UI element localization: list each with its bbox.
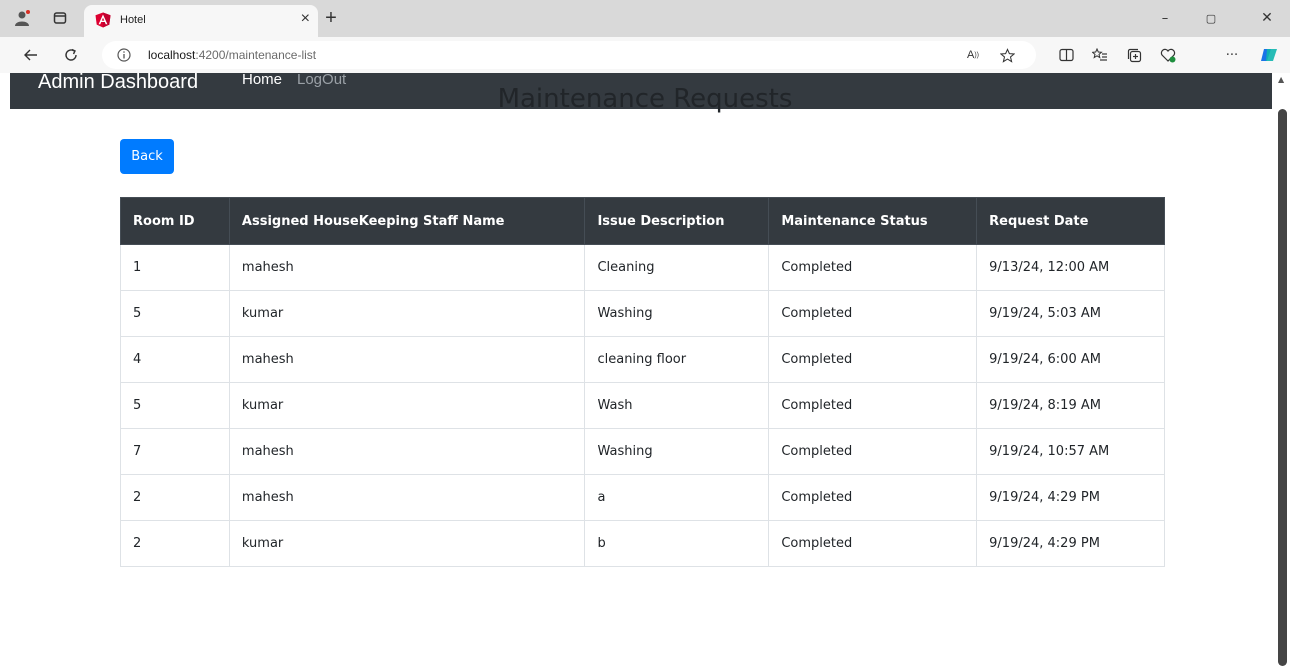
cell-maintenance-status: Completed	[768, 244, 978, 291]
page-title: Maintenance Requests	[497, 84, 793, 114]
table-row: 1 mahesh Cleaning Completed 9/13/24, 12:…	[120, 244, 1165, 291]
back-arrow-icon[interactable]	[20, 45, 42, 65]
header-staff-name: Assigned HouseKeeping Staff Name	[228, 197, 586, 245]
table-row: 2 mahesh a Completed 9/19/24, 4:29 PM	[120, 474, 1165, 521]
cell-issue-description: Wash	[584, 382, 770, 429]
back-button[interactable]: Back	[120, 139, 174, 174]
table-header-row: Room ID Assigned HouseKeeping Staff Name…	[120, 197, 1165, 245]
cell-issue-description: Cleaning	[584, 244, 770, 291]
cell-maintenance-status: Completed	[768, 290, 978, 337]
cell-issue-description: Washing	[584, 428, 770, 475]
tab-close-icon[interactable]: ×	[301, 10, 310, 28]
table-row: 4 mahesh cleaning floor Completed 9/19/2…	[120, 336, 1165, 383]
header-maintenance-status: Maintenance Status	[768, 197, 978, 245]
more-options-icon[interactable]: ···	[1222, 46, 1242, 64]
scroll-up-arrow-icon[interactable]: ▲	[1278, 75, 1284, 84]
cell-room-id: 7	[120, 428, 230, 475]
cell-issue-description: Washing	[584, 290, 770, 337]
maintenance-requests-table: Room ID Assigned HouseKeeping Staff Name…	[120, 197, 1165, 567]
cell-issue-description: cleaning floor	[584, 336, 770, 383]
cell-room-id: 2	[120, 520, 230, 567]
cell-issue-description: b	[584, 520, 770, 567]
cell-request-date: 9/19/24, 4:29 PM	[976, 520, 1165, 567]
cell-room-id: 5	[120, 382, 230, 429]
cell-staff-name: mahesh	[228, 244, 586, 291]
restore-icon[interactable]: ▢	[1196, 8, 1226, 28]
close-window-icon[interactable]: ✕	[1252, 8, 1282, 28]
cell-staff-name: mahesh	[228, 474, 586, 521]
url-path: :4200/maintenance-list	[195, 48, 317, 62]
copilot-icon[interactable]	[1258, 44, 1280, 66]
cell-room-id: 1	[120, 244, 230, 291]
cell-request-date: 9/13/24, 12:00 AM	[976, 244, 1165, 291]
cell-request-date: 9/19/24, 10:57 AM	[976, 428, 1165, 475]
table-row: 2 kumar b Completed 9/19/24, 4:29 PM	[120, 520, 1165, 567]
cell-issue-description: a	[584, 474, 770, 521]
cell-room-id: 2	[120, 474, 230, 521]
cell-request-date: 9/19/24, 5:03 AM	[976, 290, 1165, 337]
tab-title: Hotel	[120, 14, 146, 26]
cell-staff-name: kumar	[228, 290, 586, 337]
header-request-date: Request Date	[976, 197, 1165, 245]
url-text: localhost:4200/maintenance-list	[148, 48, 316, 62]
table-row: 5 kumar Washing Completed 9/19/24, 5:03 …	[120, 290, 1165, 337]
browser-essentials-icon[interactable]	[1158, 46, 1178, 64]
split-screen-icon[interactable]	[1056, 46, 1076, 64]
browser-tab-hotel[interactable]: Hotel ×	[84, 5, 318, 37]
cell-staff-name: mahesh	[228, 428, 586, 475]
cell-staff-name: kumar	[228, 382, 586, 429]
refresh-icon[interactable]	[60, 45, 82, 65]
favorites-list-icon[interactable]	[1090, 46, 1110, 64]
read-aloud-icon[interactable]: A))	[964, 47, 982, 63]
profile-icon[interactable]	[12, 8, 32, 28]
cell-maintenance-status: Completed	[768, 520, 978, 567]
site-info-icon[interactable]	[116, 47, 132, 63]
cell-request-date: 9/19/24, 8:19 AM	[976, 382, 1165, 429]
table-row: 7 mahesh Washing Completed 9/19/24, 10:5…	[120, 428, 1165, 475]
cell-room-id: 4	[120, 336, 230, 383]
cell-request-date: 9/19/24, 6:00 AM	[976, 336, 1165, 383]
url-field[interactable]: localhost:4200/maintenance-list A))	[102, 41, 1036, 69]
favorite-star-icon[interactable]	[998, 46, 1016, 64]
cell-room-id: 5	[120, 290, 230, 337]
cell-maintenance-status: Completed	[768, 428, 978, 475]
cell-maintenance-status: Completed	[768, 382, 978, 429]
cell-staff-name: kumar	[228, 520, 586, 567]
address-bar-row: localhost:4200/maintenance-list A)) ···	[0, 37, 1290, 73]
new-tab-icon[interactable]: +	[318, 5, 344, 31]
cell-maintenance-status: Completed	[768, 474, 978, 521]
header-room-id: Room ID	[120, 197, 230, 245]
cell-request-date: 9/19/24, 4:29 PM	[976, 474, 1165, 521]
table-row: 5 kumar Wash Completed 9/19/24, 8:19 AM	[120, 382, 1165, 429]
angular-favicon-icon	[94, 11, 112, 29]
minimize-icon[interactable]: –	[1150, 8, 1180, 28]
collections-icon[interactable]	[1124, 46, 1144, 64]
cell-staff-name: mahesh	[228, 336, 586, 383]
cell-maintenance-status: Completed	[768, 336, 978, 383]
browser-tab-strip: Hotel × + – ▢ ✕	[0, 0, 1290, 37]
url-host: localhost	[148, 48, 196, 62]
header-issue-description: Issue Description	[584, 197, 770, 245]
scrollbar-thumb[interactable]	[1278, 109, 1287, 666]
tab-actions-icon[interactable]	[50, 8, 70, 28]
